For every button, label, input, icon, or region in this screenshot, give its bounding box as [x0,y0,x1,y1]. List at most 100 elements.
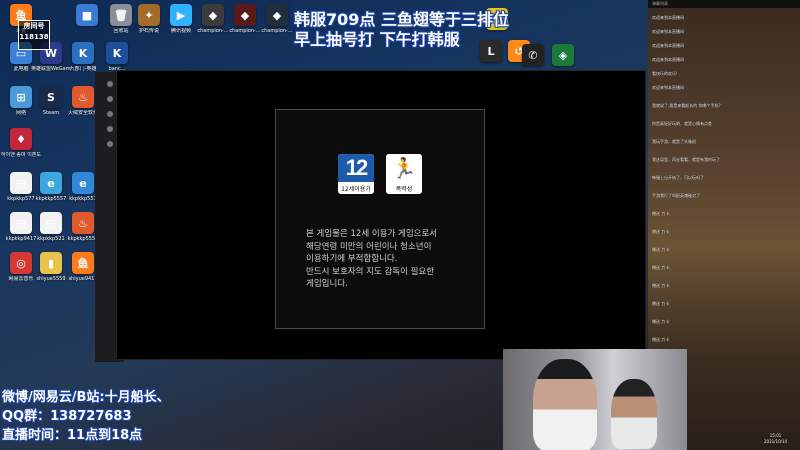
webcam-feed [503,349,687,450]
app-icon: L [480,40,502,62]
chat-message-text: 赠送 力卡 [652,283,670,288]
desktop-icon[interactable]: K 九部门-英雄 [66,42,100,73]
chat-message: 赠送 力卡 [648,336,800,344]
desktop-icon-label: 火绒安全软件 [67,110,98,116]
desktop-icon-label: champion-... [261,28,293,34]
desktop-icon[interactable]: ◎ 网易云音乐 [4,252,38,283]
chat-message-text: 欢迎来到本直播间 [652,43,684,48]
chat-message-text: 手游我打了吗配英魂碰对了 [652,193,700,198]
desktop-icon[interactable]: ♦ 하이앤 종마 이혼도 [1,128,41,159]
notice-text: 본 게임물은 12세 이용가 게임으로서 해당연령 미만의 어린이나 청소년이 … [306,228,476,291]
desktop-icon[interactable]: e kkpkkp5557 [34,172,68,203]
violence-rating-caption: 폭력성 [395,186,413,193]
desktop-icon-label: 回收站 [113,28,129,34]
sidebar-dot-icon[interactable] [106,141,113,147]
app-icon: e [72,172,94,194]
app-icon: ◈ [552,44,574,66]
chat-message: 赠送 力卡 [648,318,800,326]
desktop-icon[interactable]: ■ [70,4,104,28]
app-icon: ◎ [10,252,32,274]
desktop-icon[interactable]: ✦ 护石传说 [132,4,166,35]
desktop-icon[interactable]: S Steam [34,86,68,117]
app-icon: ▶ [170,4,192,26]
app-icon: 🗑 [110,4,132,26]
desktop-icon-label: 九部门-英雄 [69,66,97,72]
desktop-icon-label: kkpkkp521 [37,236,65,242]
app-icon: ✆ [522,44,544,66]
desktop-icon-label: 护石传说 [138,28,159,34]
sidebar-dot-icon[interactable] [106,81,113,87]
chat-message-text: 赠送 力卡 [652,229,670,234]
desktop-icon[interactable]: ◆ champion-... [196,4,230,35]
clock-date: 2021/10/14 [764,439,788,444]
info-schedule-line: 直播时间：11点到18点 [2,428,143,443]
desktop-icon[interactable]: ▶ 腾讯视频 [164,4,198,35]
chat-message-text: 欢迎来到本直播间 [652,15,684,20]
desktop-icon-label: 英雄联盟WeGame版 [31,66,71,72]
streamer-figure [533,359,597,450]
app-icon: ◆ [202,4,224,26]
overlay-subheadline: 早上抽号打 下午打韩服 [294,30,460,49]
chat-message-text: 欢迎来到本直播间 [652,29,684,34]
desktop-icon[interactable]: ✆ [516,44,550,66]
desktop-icon-label: shiyue9417 [68,276,98,282]
info-social-line: 微博/网易云/B站:十月船长、 [2,390,170,405]
streamer-info-overlay: 微博/网易云/B站:十月船长、 QQ群：138727683 直播时间：11点到1… [2,388,170,445]
app-icon: ✦ [138,4,160,26]
desktop-icon-label: 网络 [15,110,26,116]
desktop-icon[interactable]: ▮ shiyue5559 [34,252,68,283]
desktop-icon-label: Steam [42,110,60,116]
app-icon: K [72,42,94,64]
chat-header: 弹幕列表 [648,0,800,8]
guest-figure [611,379,657,449]
notice-line: 반드시 보호자의 지도 감독이 필요한 [306,266,435,277]
notice-line: 게임입니다. [306,279,348,289]
chat-message: 手游我打了吗配英魂碰对了 [648,192,800,200]
desktop-icon[interactable]: ▤ kkpkkp521 [34,212,68,243]
app-icon: ▤ [40,212,62,234]
chat-message: 看快乐的欢乐! [648,70,800,78]
notice-line: 이용하기에 부적합합니다. [306,254,398,264]
chat-message: 欢迎来到本直播间 [648,28,800,36]
chat-message-text: 赠送 力卡 [652,247,670,252]
violence-rating-badge: 🏃 폭력성 [386,154,422,194]
chat-message: 赠送 力卡 [648,246,800,254]
desktop-icon[interactable]: Kbanc... [100,42,134,73]
age-rating-notice: 12 12세이용가 🏃 폭력성 본 게임물은 12세 이용가 게임으로서 해당연… [275,109,485,329]
violence-icon: 🏃 [386,154,422,182]
desktop-icon[interactable]: ◆ champion-... [260,4,294,35]
sidebar-dot-icon[interactable] [106,111,113,117]
chat-message-text: 我玩手游，就是了头像很 [652,139,696,144]
chat-message-text: 赠送 力卡 [652,265,670,270]
taskbar-clock[interactable]: 15:01 2021/10/14 [764,433,787,445]
chat-message: 赠送 力卡 [648,264,800,272]
chat-message: 你是真挺好玩的，就是心情有点差 [648,120,800,128]
sidebar-dot-icon[interactable] [106,96,113,102]
notice-line: 해당연령 미만의 어린이나 청소년이 [306,241,432,252]
chat-message-text: 我这局里，再去看看，就是有我的玩了 [652,157,720,162]
desktop-icon[interactable]: ◈ [546,44,580,66]
desktop-icon-label: champion-... [197,28,229,34]
app-icon: ⊞ [10,86,32,108]
chat-message: 我这局里，再去看看，就是有我的玩了 [648,156,800,164]
chat-message-text: 赠送 力卡 [652,337,670,342]
desktop-icon[interactable]: ◆ champion-... [228,4,262,35]
room-number-badge: 房间号 118138 [18,20,50,50]
app-icon: ▮ [40,252,62,274]
app-icon: 鱼 [72,252,94,274]
room-number: 118138 [19,33,49,41]
desktop-icon[interactable]: ▤ kkpkkp577 [4,172,38,203]
chat-message-text: 赠送 力卡 [652,211,670,216]
desktop-icon-label: kkpkkp577 [7,196,35,202]
sidebar-dot-icon[interactable] [106,126,113,132]
app-icon: ◆ [266,4,288,26]
app-icon: ◆ [234,4,256,26]
desktop-icon-label: shiyue5559 [36,276,66,282]
age-rating-number: 12 [338,154,374,182]
room-label: 房间号 [23,22,45,30]
desktop-icon[interactable]: ⊞ 网络 [4,86,38,117]
desktop-icon[interactable]: ▤ kkpkkp9417 [4,212,38,243]
desktop-icon-label: kkpkkp5557 [35,196,67,202]
chat-message: 欢迎来到本直播间 [648,84,800,92]
chat-message: 赠送 力卡 [648,300,800,308]
